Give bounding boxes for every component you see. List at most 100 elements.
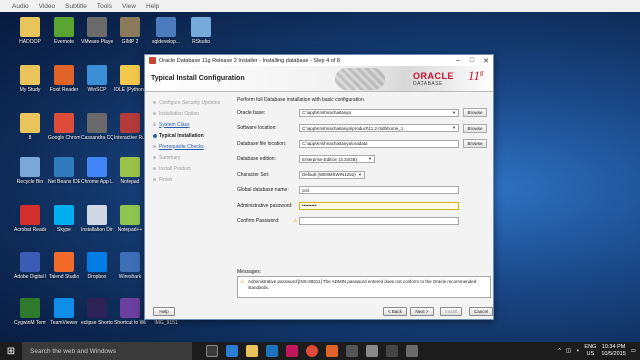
oracle-base-browse-button[interactable]: Browse [463,108,487,117]
language-indicator[interactable]: ENG US [584,344,596,358]
desktop-icon[interactable]: My Study [14,65,46,93]
vlc-icon[interactable] [326,345,338,357]
database-edition-select[interactable]: Enterprise Edition (3.34GB) ▼ [299,155,375,163]
network-icon[interactable]: ◫ [566,348,571,354]
chevron-down-icon[interactable]: ▼ [451,110,457,116]
desktop-icon[interactable]: Shortcut to Winst... [114,298,146,326]
cancel-button[interactable]: Cancel [469,307,493,316]
help-button[interactable]: Help [153,307,175,316]
desktop-icon-label: HADOOP [19,39,41,45]
desktop-icon[interactable]: RStudio [185,17,217,45]
store-icon[interactable] [266,345,278,357]
onenote-icon[interactable] [286,345,298,357]
desktop-icon[interactable]: Installation Directive [81,205,113,233]
desktop-icon[interactable]: VMware Player [81,17,113,45]
step-prerequisite-checks[interactable]: Prerequisite Checks [151,141,231,152]
window-titlebar: Oracle Database 11g Release 2 Installer … [145,55,493,66]
software-location-label: Software location: [237,125,277,131]
desktop-icon-label: Installation Directive [81,227,113,233]
oracle-base-row: Oracle base: C:\app\Krishnachaitanya ▼ Br… [237,107,489,118]
administrative-password-input[interactable]: ••••••••• [299,201,459,210]
version-logo: 11g [468,68,484,83]
database-file-location-browse-button[interactable]: Browse [463,139,487,148]
desktop-icon[interactable]: WinSCP [81,65,113,93]
desktop-icon[interactable]: eclipse Shortcut [81,298,113,326]
gimp-icon [120,17,140,37]
database-edition-row: Database edition: Enterprise Edition (3.… [237,154,489,165]
desktop-icon[interactable]: Adobe Digital Ed... [14,252,46,280]
desktop-icon[interactable]: Chrome App Launcher [81,157,113,185]
step-system-class[interactable]: System Class [151,119,231,130]
chevron-down-icon[interactable]: ▼ [357,172,363,178]
desktop-icon[interactable]: Foxit Reader [48,65,80,93]
desktop-icon[interactable]: GIMP 2 [114,17,146,45]
desktop-icon[interactable]: sqldevelop... [150,17,182,45]
window-title: Oracle Database 11g Release 2 Installer … [159,57,340,64]
desktop-icon[interactable]: Cassandra CQL Shell [81,113,113,141]
maximize-icon[interactable]: □ [465,57,479,64]
wizard-footer: Help < Back Next > Install Cancel [151,307,493,317]
desktop-icon[interactable]: Notepad++ [114,205,146,233]
menu-video[interactable]: Video [39,3,56,10]
desktop-icon[interactable]: Google Chrome [48,113,80,141]
menu-audio[interactable]: Audio [12,3,29,10]
character-set-select[interactable]: Default (WE8MSWIN1252) ▼ [299,170,365,179]
next-button[interactable]: Next > [410,307,434,316]
task-view-icon[interactable] [206,345,218,357]
minimize-icon[interactable]: – [451,57,465,64]
intro-text: Perform full Database installation with … [237,97,366,103]
desktop-icon[interactable]: Wireshark [114,252,146,280]
acrobat-icon [20,205,40,225]
install-steps: Configure Security Updates Installation … [151,97,231,185]
install-button[interactable]: Install [440,307,462,316]
global-database-name-input[interactable]: orcl [299,186,459,194]
cmd-icon[interactable] [386,345,398,357]
menu-help[interactable]: Help [146,3,159,10]
back-button[interactable]: < Back [383,307,407,316]
desktop-icon[interactable]: TeamViewer [48,298,80,326]
software-location-input[interactable]: C:\app\Krishnachaitanya\product\11.2.0\d… [299,124,459,132]
taskbar-search-box[interactable]: Search the web and Windows [22,342,192,360]
desktop-icon[interactable]: Net Beans IDE 8.0.2 [48,157,80,185]
chrome-icon [54,113,74,133]
desktop-icon[interactable]: IDLE (Python GUI) [114,65,146,93]
sqldeveloper-taskbar-icon[interactable] [366,345,378,357]
menu-subtitle[interactable]: Subtitle [65,3,87,10]
app-taskbar-icon[interactable] [346,345,358,357]
chevron-down-icon[interactable]: ▼ [451,125,457,131]
file-explorer-icon[interactable] [246,345,258,357]
eclipse-icon [87,298,107,318]
taskbar: ⊞ Search the web and Windows ^ ◫ ◖ ENG US… [0,342,640,360]
confirm-password-input[interactable] [299,217,459,225]
database-file-location-input[interactable]: C:\app\Krishnachaitanya\oradata [299,139,459,148]
volume-icon[interactable]: ◖ [576,348,579,354]
desktop-icon[interactable]: 8 [14,113,46,141]
close-icon[interactable]: ✕ [479,57,493,65]
chevron-down-icon[interactable]: ▼ [367,156,373,162]
desktop-icon[interactable]: Interactive Ruby [114,113,146,141]
step-typical-installation[interactable]: Typical Installation [151,130,231,141]
menu-view[interactable]: View [122,3,136,10]
desktop-icon[interactable]: Recycle Bin [14,157,46,185]
desktop-icon[interactable]: Skype [48,205,80,233]
desktop-icon[interactable]: Notepad [114,157,146,185]
desktop-icon[interactable]: HADOOP [14,17,46,45]
installer-taskbar-icon[interactable] [406,345,418,357]
notifications-icon[interactable]: ▭ [631,348,636,354]
software-location-browse-button[interactable]: Browse [463,123,487,133]
desktop-icon[interactable]: Evernote [48,17,80,45]
edge-icon[interactable] [226,345,238,357]
desktop-icon[interactable]: CygwinM Terminal [14,298,46,326]
windows-start-icon[interactable]: ⊞ [0,342,22,360]
desktop-icon[interactable]: Dropbox [81,252,113,280]
oracle-base-input[interactable]: C:\app\Krishnachaitanya ▼ [299,108,459,117]
menu-tools[interactable]: Tools [97,3,112,10]
character-set-row: Character Set: Default (WE8MSWIN1252) ▼ [237,169,489,180]
tray-chevron-icon[interactable]: ^ [558,348,561,354]
character-set-label: Character Set: [237,171,270,178]
desktop-icon[interactable]: Talend Studio [48,252,80,280]
clock[interactable]: 10:34 PM 10/5/2015 [601,344,625,358]
foxit-icon [54,65,74,85]
chrome-taskbar-icon[interactable] [306,345,318,357]
desktop-icon[interactable]: Acrobat Reader DC [14,205,46,233]
